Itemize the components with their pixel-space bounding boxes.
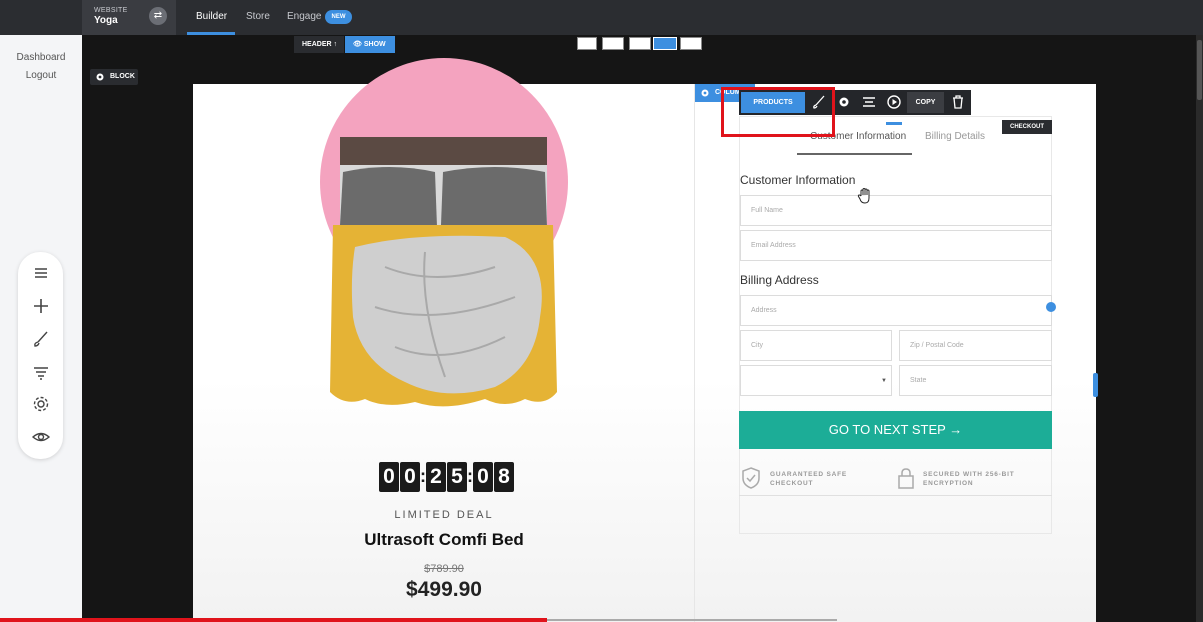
scrollbar[interactable] — [1196, 35, 1203, 622]
website-label: WEBSITE — [94, 7, 128, 14]
block-label: BLOCK — [110, 73, 135, 80]
old-price: $789.90 — [424, 563, 464, 575]
website-name: Yoga — [94, 15, 118, 26]
brush-icon[interactable] — [31, 329, 51, 349]
filter-icon[interactable] — [31, 362, 51, 382]
customer-heading: Customer Information — [740, 173, 856, 187]
gear-icon — [701, 89, 709, 97]
trash-icon[interactable] — [950, 94, 966, 110]
video-progress-bar[interactable] — [0, 618, 547, 622]
active-tab-indicator — [797, 153, 912, 155]
timer-digit: 0 — [473, 462, 493, 492]
shield-icon — [742, 467, 760, 489]
block-settings-button[interactable]: BLOCK — [90, 69, 138, 85]
safe-checkout-text: GUARANTEED SAFE CHECKOUT — [770, 471, 848, 487]
state-field[interactable]: State — [899, 365, 1052, 396]
align-icon[interactable] — [861, 94, 877, 110]
layout-2-col[interactable] — [602, 37, 624, 50]
new-badge: NEW — [325, 10, 352, 24]
drag-handle[interactable] — [886, 122, 902, 125]
tab-store[interactable]: Store — [246, 11, 270, 22]
zip-field[interactable]: Zip / Postal Code — [899, 330, 1052, 361]
product-title: Ultrasoft Comfi Bed — [364, 530, 524, 549]
eye-icon[interactable] — [31, 427, 51, 447]
city-field[interactable]: City — [740, 330, 892, 361]
address-field[interactable]: Address — [740, 295, 1052, 326]
tab-engage[interactable]: Engage — [287, 11, 321, 22]
lock-icon — [898, 468, 914, 489]
layout-3-col[interactable] — [629, 37, 651, 50]
logout-link[interactable]: Logout — [0, 70, 82, 81]
hand-cursor-icon — [857, 187, 870, 204]
show-label: SHOW — [363, 41, 386, 48]
full-name-field[interactable]: Full Name — [740, 195, 1052, 226]
timer-digit: 5 — [447, 462, 467, 492]
next-step-button[interactable]: GO TO NEXT STEP → — [739, 411, 1052, 449]
gear-icon[interactable] — [31, 394, 51, 414]
timer-digit: 0 — [400, 462, 420, 492]
tab-builder[interactable]: Builder — [196, 11, 227, 22]
layout-4-col[interactable] — [653, 37, 677, 50]
email-field[interactable]: Email Address — [740, 230, 1052, 261]
column-layout-switcher — [577, 37, 703, 51]
new-price: $499.90 — [406, 578, 482, 601]
resize-handle[interactable] — [1093, 373, 1098, 397]
country-select[interactable]: ▼ — [740, 365, 892, 396]
tab-billing-details[interactable]: Billing Details — [925, 131, 985, 142]
billing-heading: Billing Address — [740, 273, 819, 287]
timer-digit: 2 — [426, 462, 446, 492]
plus-icon[interactable] — [31, 296, 51, 316]
copy-button[interactable]: COPY — [907, 92, 944, 113]
swap-website-icon[interactable]: ⇄ — [149, 7, 167, 25]
video-buffer-bar — [547, 619, 837, 621]
deal-label: LIMITED DEAL — [394, 509, 494, 521]
trust-divider — [739, 495, 1052, 496]
website-switcher[interactable]: WEBSITE Yoga ⇄ — [82, 0, 176, 35]
timer-digit: 8 — [494, 462, 514, 492]
play-icon[interactable] — [886, 94, 902, 110]
menu-icon[interactable] — [31, 263, 51, 283]
gear-icon — [96, 73, 104, 81]
highlight-box — [721, 87, 835, 137]
top-bar: WEBSITE Yoga ⇄ Builder Store Engage NEW — [0, 0, 1203, 35]
layout-5-col[interactable] — [680, 37, 702, 50]
scrollbar-thumb[interactable] — [1197, 40, 1202, 100]
encryption-text: SECURED WITH 256-BIT ENCRYPTION — [923, 471, 1015, 487]
checkout-tag: CHECKOUT — [1002, 120, 1052, 134]
product-image[interactable] — [325, 137, 560, 412]
chevron-down-icon: ▼ — [881, 378, 887, 384]
layout-1-col[interactable] — [577, 37, 597, 50]
timer-digit: 0 — [379, 462, 399, 492]
show-header-button[interactable]: 👁 SHOW — [345, 36, 395, 53]
tool-rail — [18, 252, 63, 459]
gear-icon[interactable] — [836, 94, 852, 110]
add-element-icon[interactable] — [1046, 302, 1056, 312]
header-toggle[interactable]: HEADER ↑ — [294, 36, 344, 53]
dashboard-link[interactable]: Dashboard — [0, 52, 82, 63]
